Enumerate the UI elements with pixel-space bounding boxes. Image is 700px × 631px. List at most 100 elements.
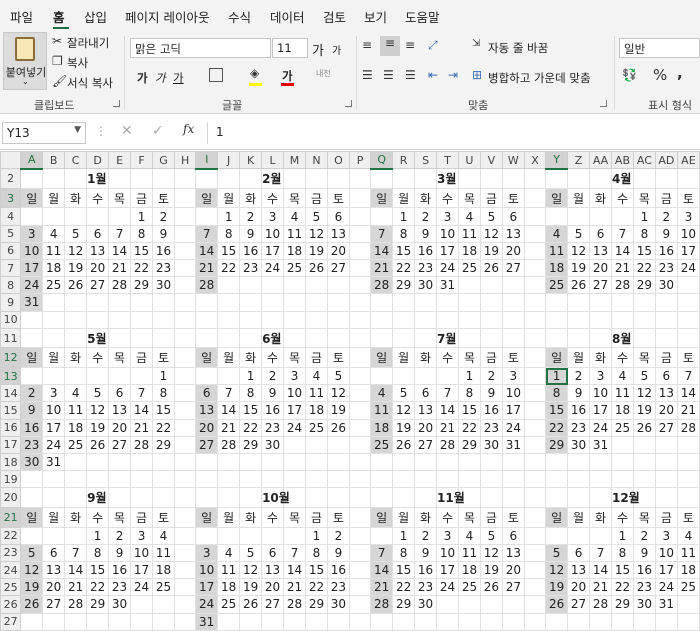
active-cell[interactable]: 1 [545, 366, 569, 386]
cell[interactable]: 29 [151, 435, 175, 454]
cell[interactable]: 2 [479, 366, 503, 386]
cell[interactable]: 26 [479, 258, 503, 278]
cell[interactable] [676, 470, 700, 489]
cell[interactable]: 일 [545, 347, 569, 368]
cell[interactable]: 7 [195, 224, 219, 243]
row-header[interactable]: 4 [0, 207, 22, 226]
cell[interactable]: 8 [239, 384, 263, 403]
cell[interactable]: 15 [217, 241, 241, 261]
increase-indent-icon[interactable]: ⇥ [448, 68, 458, 82]
cell[interactable]: 화 [589, 506, 612, 528]
cell[interactable]: 25 [370, 435, 394, 454]
cell[interactable]: 6 [108, 384, 132, 403]
column-header[interactable]: W [501, 151, 525, 170]
cell[interactable]: 12 [392, 401, 416, 420]
row-header[interactable]: 8 [0, 276, 22, 295]
cell[interactable] [414, 487, 438, 508]
cell[interactable]: 10 [130, 543, 153, 562]
cell[interactable]: 토 [326, 347, 350, 368]
cell[interactable]: 20 [261, 578, 285, 597]
cell[interactable]: 5 [479, 207, 503, 226]
alignment-dialog-launcher[interactable] [600, 100, 607, 107]
cell[interactable]: 18 [42, 258, 66, 278]
cell[interactable]: 10 [42, 401, 66, 420]
cell[interactable] [173, 310, 197, 329]
cell[interactable]: 21 [370, 258, 394, 278]
cell[interactable] [20, 366, 44, 386]
cell[interactable]: 21 [108, 258, 132, 278]
cell[interactable]: 22 [239, 418, 263, 437]
cell[interactable] [64, 327, 88, 349]
column-header[interactable]: D [86, 151, 110, 170]
align-center-icon[interactable]: ☰ [383, 68, 394, 82]
cell[interactable]: 1 [457, 366, 481, 386]
cell[interactable] [501, 276, 525, 295]
cell[interactable] [523, 526, 547, 545]
cell[interactable]: 24 [42, 435, 66, 454]
cell[interactable]: 6 [42, 543, 66, 562]
comma-style-icon[interactable]: , [677, 64, 683, 82]
cell[interactable] [217, 310, 241, 329]
cell[interactable]: 수 [86, 347, 110, 368]
cell[interactable]: 17 [589, 401, 612, 420]
cell[interactable] [20, 327, 44, 349]
cell[interactable] [130, 612, 153, 631]
cell[interactable] [326, 293, 350, 312]
cell[interactable]: 화 [414, 187, 438, 209]
cell[interactable]: 10 [20, 241, 44, 261]
cell[interactable] [326, 487, 350, 508]
cell[interactable] [304, 612, 328, 631]
cell[interactable]: 수 [261, 187, 285, 209]
cell[interactable] [348, 401, 372, 420]
cell[interactable]: 11 [42, 241, 66, 261]
cell[interactable] [217, 168, 241, 189]
cell[interactable]: 12 [632, 384, 656, 403]
align-bottom-icon[interactable]: ≡ [405, 38, 415, 52]
format-painter-button[interactable]: 서식 복사 [67, 75, 113, 91]
cell[interactable] [64, 612, 88, 631]
cell[interactable]: 29 [392, 276, 416, 295]
cell[interactable]: 28 [610, 276, 634, 295]
cell[interactable] [479, 470, 503, 489]
cell[interactable] [217, 470, 241, 489]
cell[interactable] [217, 612, 241, 631]
cell[interactable]: 9 [261, 384, 285, 403]
cell[interactable]: 월 [42, 506, 66, 528]
cell[interactable] [173, 293, 197, 312]
cell[interactable]: 7 [589, 543, 612, 562]
font-name-dropdown[interactable]: 맑은 고딕 [130, 38, 271, 58]
cell[interactable]: 15 [392, 241, 416, 261]
cell[interactable]: 30 [632, 595, 656, 614]
cell[interactable] [195, 526, 219, 545]
cell[interactable] [348, 168, 372, 189]
cell[interactable]: 24 [436, 258, 459, 278]
cell[interactable]: 29 [304, 595, 328, 614]
cell[interactable] [523, 327, 547, 349]
cell[interactable] [304, 470, 328, 489]
cell[interactable] [304, 276, 328, 295]
cell[interactable]: 10 [589, 384, 612, 403]
cell[interactable]: 18 [676, 560, 700, 580]
cell[interactable] [217, 293, 241, 312]
cell[interactable]: 3 [42, 384, 66, 403]
cell[interactable]: 27 [42, 595, 66, 614]
cell[interactable]: 4 [283, 207, 306, 226]
cell[interactable] [348, 187, 372, 209]
cell[interactable]: 28 [108, 276, 132, 295]
cell[interactable] [479, 452, 503, 472]
column-header[interactable]: AD [654, 151, 678, 170]
cell[interactable] [414, 470, 438, 489]
cell[interactable]: 17 [436, 560, 459, 580]
cell[interactable]: 18 [64, 418, 88, 437]
cell[interactable]: 19 [632, 401, 656, 420]
cell[interactable] [457, 168, 481, 189]
cell[interactable]: 21 [676, 401, 700, 420]
cell[interactable] [567, 310, 591, 329]
cell[interactable] [130, 487, 153, 508]
cell[interactable] [392, 487, 416, 508]
cell[interactable] [676, 327, 700, 349]
cell[interactable] [610, 435, 634, 454]
cell[interactable]: 26 [479, 578, 503, 597]
cell[interactable]: 목 [108, 506, 132, 528]
column-header[interactable]: C [64, 151, 88, 170]
